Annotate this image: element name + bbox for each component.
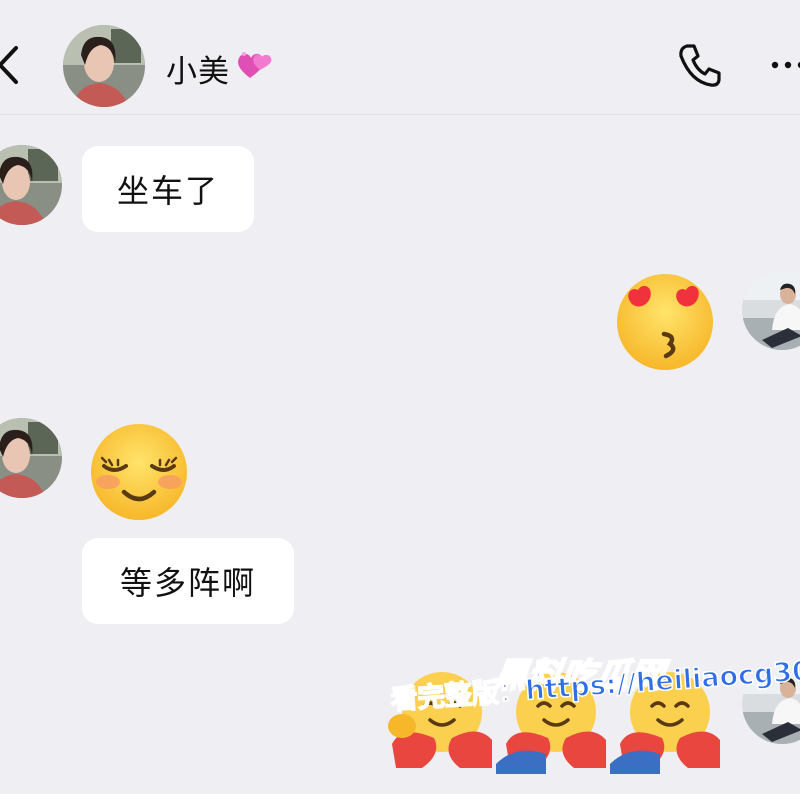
sparkling-hearts-icon — [238, 52, 272, 78]
contact-avatar[interactable] — [0, 145, 62, 225]
message-bubble[interactable]: 坐车了 — [82, 146, 254, 232]
message-text: 等多阵啊 — [119, 564, 256, 602]
contact-avatar[interactable] — [0, 418, 62, 498]
contact-avatar[interactable] — [63, 25, 145, 107]
user-avatar[interactable] — [742, 270, 800, 350]
phone-icon[interactable] — [675, 40, 725, 90]
message-text: 坐车了 — [116, 172, 219, 210]
contact-name: 小美 — [166, 54, 230, 90]
more-dots-icon[interactable] — [768, 55, 800, 75]
chevron-left-icon[interactable] — [0, 40, 24, 90]
chat-header: 小美 — [0, 0, 800, 115]
heart-eyes-kiss-emoji[interactable] — [610, 272, 720, 372]
message-bubble[interactable]: 等多阵啊 — [82, 538, 294, 624]
smiling-blush-emoji[interactable] — [84, 422, 194, 522]
